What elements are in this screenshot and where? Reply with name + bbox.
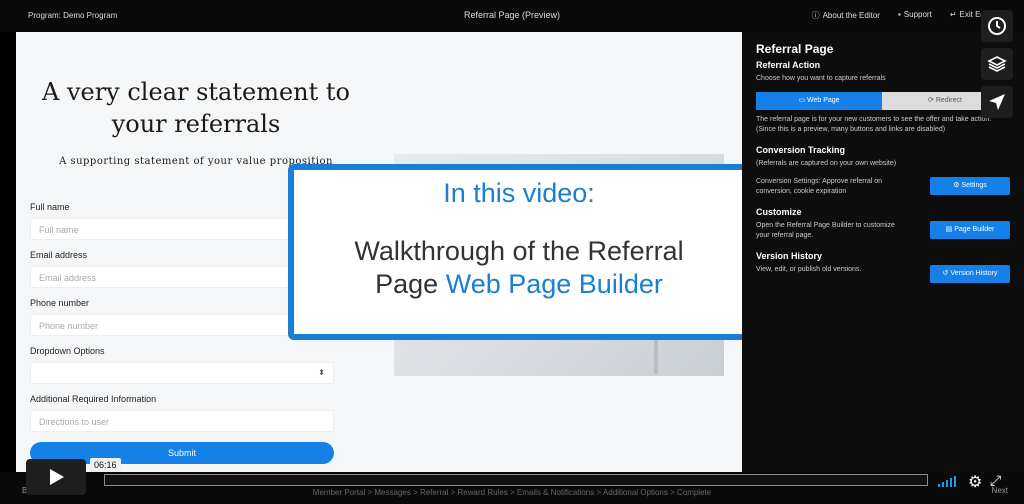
collections-button[interactable] [981, 48, 1013, 80]
version-history-desc: View, edit, or publish old versions. [756, 266, 862, 273]
additional-info-input[interactable]: Directions to user [30, 410, 334, 432]
overlay-title: In this video: [443, 178, 595, 208]
conversion-tracking-title: Conversion Tracking [756, 145, 846, 155]
customize-title: Customize [756, 207, 802, 217]
hero-section: A very clear statement to your referrals… [16, 76, 376, 167]
dropdown-label: Dropdown Options [30, 346, 105, 356]
referral-action-desc: Choose how you want to capture referrals [756, 75, 886, 82]
step-breadcrumbs: Member Portal > Messages > Referral > Re… [312, 488, 712, 497]
play-button[interactable] [26, 459, 86, 495]
version-history-section: Version History View, edit, or publish o… [756, 251, 1010, 283]
conversion-tracking-section: Conversion Tracking (Referrals are captu… [756, 145, 1010, 197]
dropdown-select[interactable]: ⬍ [30, 362, 334, 384]
page-builder-button[interactable]: ▤ Page Builder [930, 221, 1010, 239]
web-page-option[interactable]: ▭ Web Page [756, 92, 882, 110]
customize-desc: Open the Referral Page Builder to custom… [756, 222, 895, 239]
volume-bar [938, 484, 940, 487]
chevron-updown-icon: ⬍ [318, 368, 325, 377]
customize-section: Customize Open the Referral Page Builder… [756, 207, 1010, 241]
redirect-icon: ⟳ [928, 97, 936, 104]
version-history-title: Version History [756, 251, 823, 261]
clock-icon [988, 17, 1006, 35]
additional-info-label: Additional Required Information [30, 394, 157, 404]
web-page-desc: The referral page is for your new custom… [756, 116, 992, 133]
conversion-tracking-desc: (Referrals are captured on your own webs… [756, 160, 897, 167]
volume-icon[interactable] [938, 475, 956, 487]
settings-button[interactable]: ⚙ Settings [930, 177, 1010, 195]
editor-topbar: Program: Demo Program Referral Page (Pre… [0, 0, 1024, 32]
watch-later-button[interactable] [981, 10, 1013, 42]
overlay-description: Walkthrough of the Referral Page Web Pag… [354, 236, 684, 299]
fullscreen-icon[interactable]: ⤢ [990, 472, 1001, 489]
volume-bar [946, 480, 948, 487]
send-icon [989, 94, 1005, 110]
video-overlay-card: In this video: Walkthrough of the Referr… [288, 164, 750, 340]
hero-headline: A very clear statement to your referrals [41, 78, 350, 138]
referral-action-title: Referral Action [756, 60, 821, 70]
panel-heading: Referral Page [756, 42, 834, 56]
laptop-icon: ▭ [798, 97, 807, 104]
version-history-button[interactable]: ↺ Version History [930, 265, 1010, 283]
progress-scrubber[interactable] [104, 474, 928, 486]
volume-bar [942, 482, 944, 487]
layers-icon [987, 56, 1007, 72]
topbar-links: ⓘ About the Editor ▪ Support ↵ Exit Editor [812, 10, 996, 21]
about-editor-link[interactable]: ⓘ About the Editor [812, 10, 880, 21]
play-icon [50, 469, 64, 485]
chat-icon: ▪ [897, 10, 901, 19]
volume-bar [954, 476, 956, 487]
info-icon: ⓘ [811, 11, 820, 20]
exit-icon: ↵ [949, 10, 957, 19]
conversion-settings-desc: Conversion Settings: Approve referral on… [756, 178, 883, 195]
referral-action-toggle: ▭ Web Page ⟳ Redirect [756, 92, 1008, 110]
volume-bar [950, 478, 952, 487]
share-button[interactable] [981, 86, 1013, 118]
support-link[interactable]: ▪ Support [898, 10, 932, 21]
gear-icon[interactable]: ⚙ [968, 472, 982, 492]
page-icon: ▤ [945, 226, 955, 233]
time-indicator: 06:16 [90, 458, 121, 472]
